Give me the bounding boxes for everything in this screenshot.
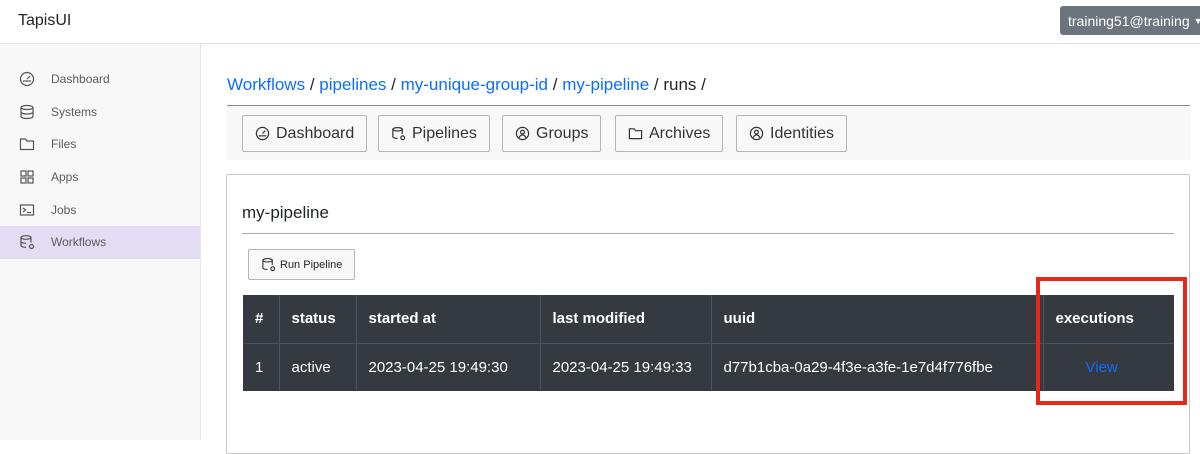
- sidebar-item-label: Dashboard: [51, 72, 110, 87]
- sidebar-item-dashboard[interactable]: Dashboard: [0, 63, 200, 96]
- cell-started-at: 2023-04-25 19:49:30: [356, 343, 541, 391]
- folder-icon: [19, 138, 35, 151]
- breadcrumb-pipelines[interactable]: pipelines: [319, 75, 386, 94]
- sidebar-item-label: Jobs: [51, 202, 77, 217]
- workflow-nav: Dashboard Pipelines Groups Archives Iden…: [227, 106, 1190, 160]
- sidebar-item-label: Workflows: [51, 235, 107, 250]
- breadcrumb-separator: /: [391, 75, 396, 94]
- breadcrumb-group[interactable]: my-unique-group-id: [401, 75, 548, 94]
- column-header: status: [279, 295, 357, 344]
- column-header: uuid: [711, 295, 1044, 344]
- sidebar-item-label: Apps: [51, 170, 79, 185]
- dashboard-icon: [255, 126, 270, 141]
- app-brand[interactable]: TapisUI: [18, 12, 71, 30]
- folder-icon: [628, 128, 643, 140]
- cell-executions: View: [1043, 343, 1174, 391]
- breadcrumb-separator: /: [701, 75, 706, 94]
- sidebar-item-files[interactable]: Files: [0, 128, 200, 161]
- divider: [242, 233, 1174, 234]
- column-header: executions: [1043, 295, 1174, 344]
- run-pipeline-label: Run Pipeline: [280, 258, 343, 271]
- dashboard-icon: [19, 72, 35, 87]
- pipeline-title: my-pipeline: [242, 203, 329, 222]
- nav-dashboard-button[interactable]: Dashboard: [242, 115, 368, 152]
- nav-button-label: Groups: [536, 124, 589, 142]
- breadcrumb-separator: /: [653, 75, 659, 94]
- nav-button-label: Identities: [770, 124, 835, 142]
- sidebar-item-label: Files: [51, 137, 77, 152]
- nav-identities-button[interactable]: Identities: [736, 115, 848, 152]
- cell-last-modified: 2023-04-25 19:49:33: [540, 343, 712, 391]
- nav-button-label: Pipelines: [412, 124, 477, 142]
- breadcrumb-pipeline[interactable]: my-pipeline: [562, 75, 649, 94]
- table-row: 1 active 2023-04-25 19:49:30 2023-04-25 …: [243, 343, 1174, 391]
- workflow-icon: [20, 235, 35, 250]
- pipelines-icon: [262, 258, 276, 272]
- run-pipeline-button[interactable]: Run Pipeline: [248, 249, 355, 280]
- column-header: started at: [356, 295, 541, 344]
- breadcrumb-separator: /: [552, 75, 558, 94]
- top-navbar: TapisUI training51@training ▼: [0, 0, 1200, 44]
- column-header: last modified: [540, 295, 712, 344]
- breadcrumb: Workflows / pipelines / my-unique-group-…: [227, 75, 706, 95]
- nav-pipelines-button[interactable]: Pipelines: [378, 115, 490, 152]
- sidebar: Dashboard Systems Files Apps Jobs Workfl…: [0, 44, 201, 440]
- pipelines-icon: [392, 126, 406, 141]
- sidebar-item-workflows[interactable]: Workflows: [0, 225, 200, 259]
- database-icon: [20, 104, 34, 119]
- table-header-row: # status started at last modified uuid e…: [243, 295, 1174, 344]
- terminal-icon: [19, 204, 35, 216]
- sidebar-item-apps[interactable]: Apps: [0, 161, 200, 194]
- identity-icon: [749, 126, 764, 141]
- sidebar-item-systems[interactable]: Systems: [0, 96, 200, 129]
- cell-status: active: [279, 343, 357, 391]
- user-menu-button[interactable]: training51@training ▼: [1060, 6, 1200, 35]
- cell-uuid: d77b1cba-0a29-4f3e-a3fe-1e7d4f776fbe: [711, 343, 1044, 391]
- cell-number: 1: [243, 343, 280, 391]
- nav-archives-button[interactable]: Archives: [615, 115, 724, 152]
- breadcrumb-separator: /: [309, 75, 315, 94]
- nav-button-label: Archives: [649, 124, 711, 142]
- view-executions-link[interactable]: View: [1056, 359, 1118, 376]
- nav-button-label: Dashboard: [276, 124, 355, 142]
- groups-icon: [515, 126, 530, 141]
- pipeline-runs-card: my-pipeline Run Pipeline # status starte…: [226, 174, 1190, 454]
- user-name: training51@training: [1068, 12, 1190, 29]
- nav-groups-button[interactable]: Groups: [502, 115, 602, 152]
- column-header: #: [243, 295, 280, 344]
- breadcrumb-current: runs: [663, 75, 697, 94]
- sidebar-item-jobs[interactable]: Jobs: [0, 193, 200, 226]
- main-content: Workflows / pipelines / my-unique-group-…: [201, 44, 1200, 454]
- caret-down-icon: ▼: [1193, 15, 1200, 26]
- apps-grid-icon: [20, 170, 34, 184]
- sidebar-item-label: Systems: [51, 104, 98, 119]
- runs-table: # status started at last modified uuid e…: [243, 295, 1174, 391]
- breadcrumb-workflows[interactable]: Workflows: [227, 75, 305, 94]
